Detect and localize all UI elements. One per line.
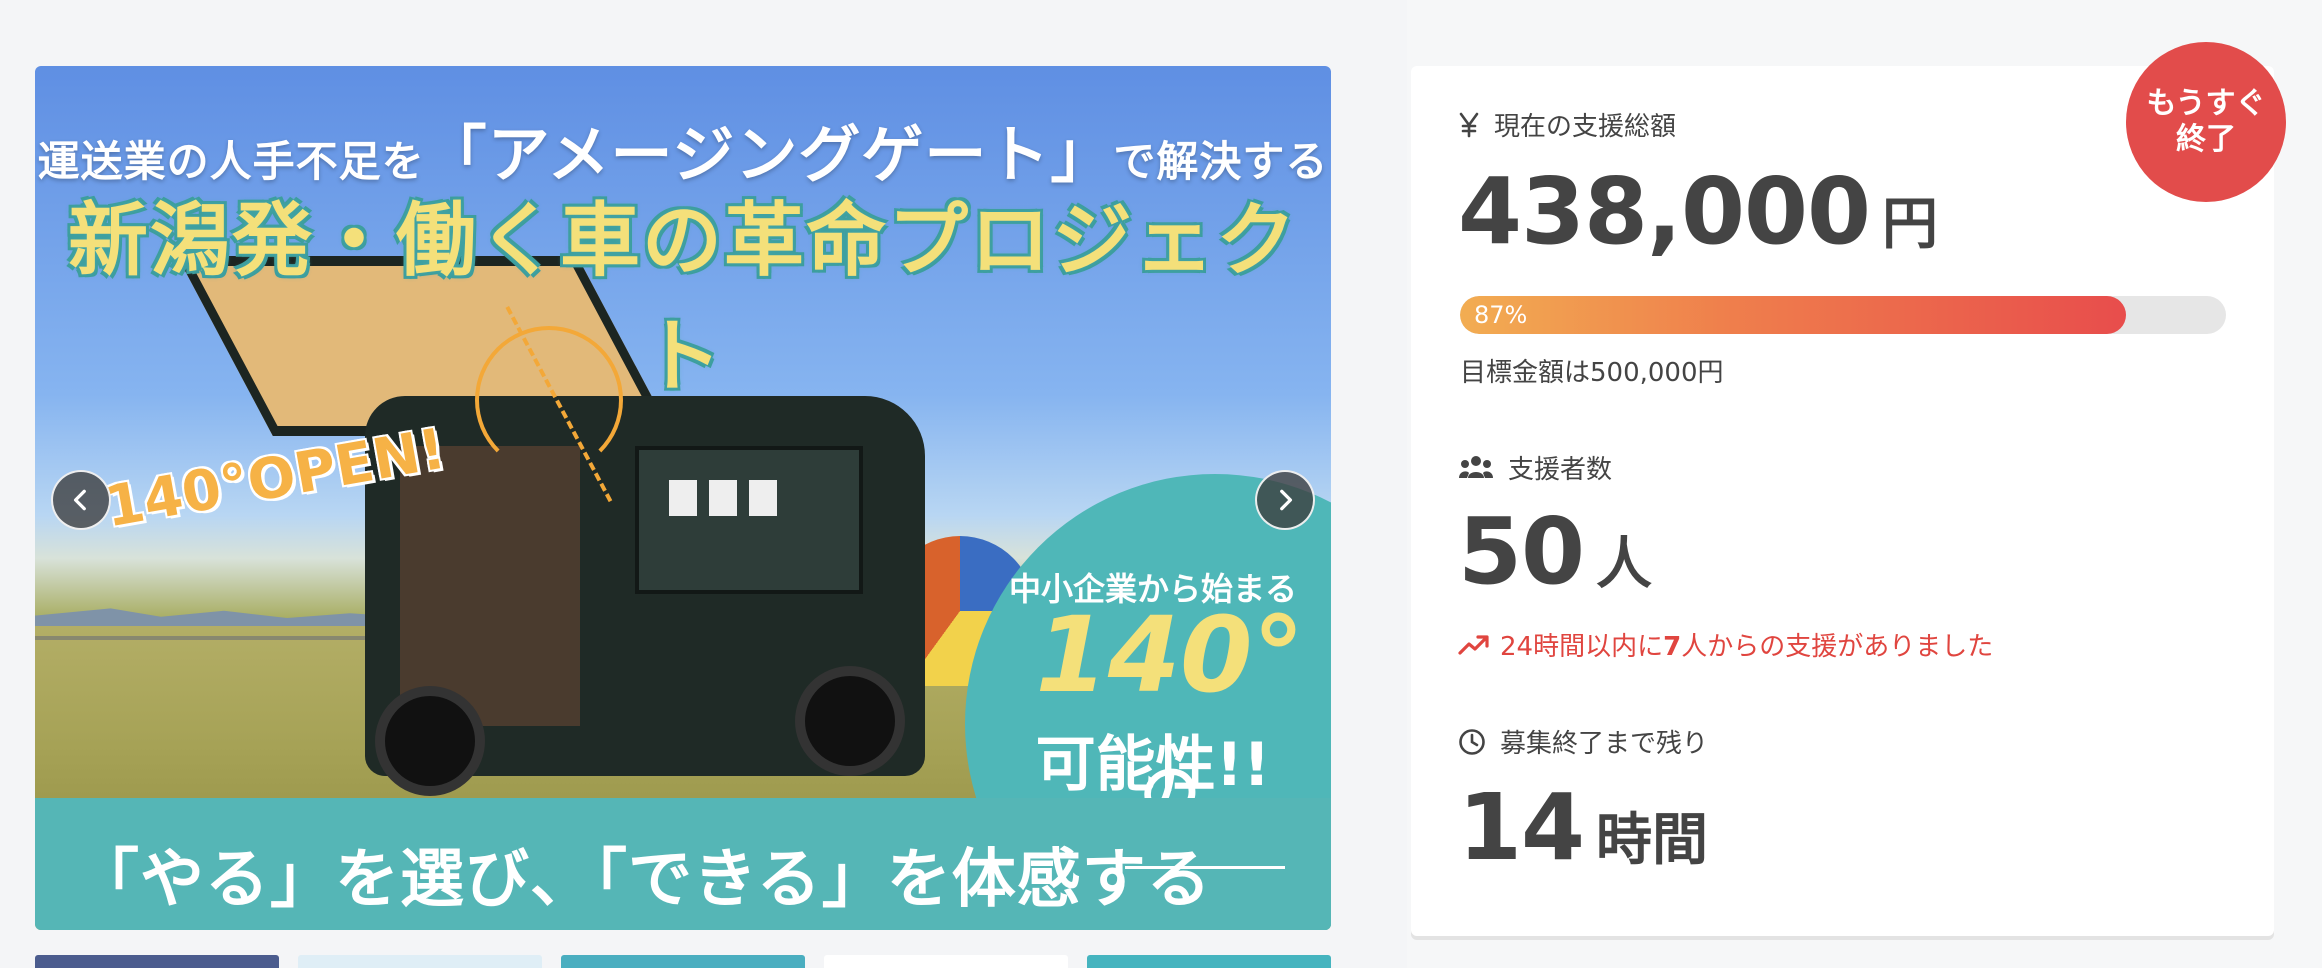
- thumbnail[interactable]: [1087, 955, 1331, 968]
- hero-tagline-band: 「やる」を選び、「できる」を体感する: [35, 798, 1331, 930]
- backers-trend: 24時間以内に7人からの支援がありました: [1458, 626, 1993, 663]
- remaining-time-unit: 時間: [1596, 808, 1709, 873]
- project-hero-image: 運送業の人手不足を「アメージングゲート」で解決する 新潟発・働く車の革命プロジェ…: [35, 66, 1331, 930]
- funding-progress-bar: 87%: [1460, 296, 2226, 334]
- van-side-window: [635, 446, 863, 594]
- users-icon: [1459, 455, 1493, 478]
- remaining-label: 募集終了まで残り: [1500, 729, 1709, 759]
- van-wheel: [795, 666, 905, 776]
- funding-goal-text: 目標金額は500,000円: [1460, 358, 1724, 388]
- funding-label-row: 現在の支援総額: [1458, 106, 1676, 143]
- funding-amount-unit: 円: [1882, 192, 1939, 257]
- trend-suffix: 人からの支援がありました: [1681, 632, 1994, 662]
- funding-amount-value: 438,000: [1458, 158, 1871, 265]
- remaining-label-row: 募集終了まで残り: [1458, 723, 1708, 760]
- remaining-time: 14 時間: [1458, 774, 1708, 881]
- yen-icon: [1459, 112, 1479, 137]
- backers-count: 50 人: [1458, 498, 1652, 605]
- ending-soon-badge: もうすぐ 終了: [2126, 42, 2286, 202]
- trending-up-icon: [1458, 634, 1489, 655]
- window-sticker: [669, 480, 697, 516]
- project-page: 運送業の人手不足を「アメージングゲート」で解決する 新潟発・働く車の革命プロジェ…: [0, 0, 2322, 968]
- thumbnail[interactable]: [35, 955, 279, 968]
- backers-count-unit: 人: [1596, 532, 1653, 597]
- trend-prefix: 24時間以内に: [1500, 632, 1664, 662]
- funding-progress-label: 87%: [1474, 301, 1528, 329]
- backers-count-value: 50: [1458, 498, 1585, 605]
- chevron-left-icon: [73, 489, 86, 511]
- remaining-time-value: 14: [1458, 774, 1585, 881]
- clock-icon: [1459, 728, 1485, 755]
- hero-tagline: 「やる」を選び、「できる」を体感する: [75, 843, 1212, 917]
- thumbnail[interactable]: [298, 955, 542, 968]
- badge-line2: 終了: [2175, 122, 2236, 157]
- van-wheel: [375, 686, 485, 796]
- badge-line1: もうすぐ: [2146, 86, 2266, 121]
- promo-circle-line3: 可能性!!: [1035, 730, 1271, 800]
- window-sticker: [749, 480, 777, 516]
- backers-label-row: 支援者数: [1458, 449, 1612, 486]
- thumbnail[interactable]: [561, 955, 805, 968]
- funding-progress-fill: [1460, 296, 2127, 334]
- funding-label: 現在の支援総額: [1494, 112, 1677, 142]
- thumbnail-strip: [35, 955, 1331, 968]
- promo-angle-text: 140°: [1035, 594, 1305, 716]
- funding-amount: 438,000 円: [1458, 158, 1938, 265]
- hero-title: 新潟発・働く車の革命プロジェクト: [68, 194, 1298, 403]
- tagline-rule: [1125, 866, 1285, 869]
- carousel-next-button[interactable]: [1255, 470, 1315, 530]
- van-cargo-opening: [400, 446, 580, 726]
- backers-label: 支援者数: [1508, 455, 1613, 485]
- window-sticker: [709, 480, 737, 516]
- trend-count: 7: [1663, 632, 1682, 662]
- thumbnail[interactable]: [824, 955, 1068, 968]
- trend-text: 24時間以内に7人からの支援がありました: [1500, 626, 1993, 663]
- carousel-prev-button[interactable]: [51, 470, 111, 530]
- chevron-right-icon: [1280, 489, 1293, 511]
